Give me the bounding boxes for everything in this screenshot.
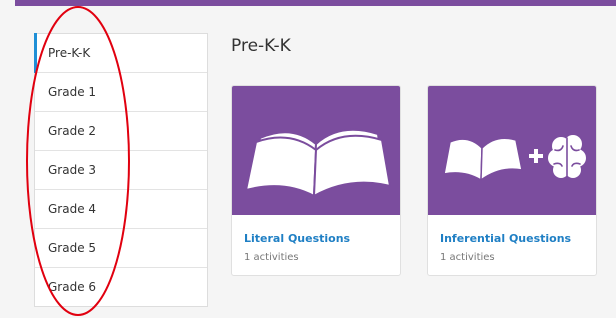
card-activity-count: 1 activities <box>244 252 299 263</box>
page-title: Pre-K-K <box>231 36 291 56</box>
card-image[interactable] <box>428 86 596 215</box>
card-title[interactable]: Inferential Questions <box>440 232 571 245</box>
activity-card-literal-questions[interactable]: Literal Questions 1 activities <box>231 85 401 276</box>
book-plus-brain-icon <box>443 135 586 181</box>
card-image[interactable] <box>232 86 400 215</box>
sidebar-item-label: Grade 4 <box>48 202 97 216</box>
grade-sidebar: Pre-K-K Grade 1 Grade 2 Grade 3 Grade 4 … <box>34 33 208 307</box>
sidebar-item-grade-2[interactable]: Grade 2 <box>35 112 207 151</box>
sidebar-item-label: Grade 2 <box>48 124 97 138</box>
sidebar-item-label: Grade 5 <box>48 241 97 255</box>
sidebar-item-grade-1[interactable]: Grade 1 <box>35 73 207 112</box>
activity-card-inferential-questions[interactable]: Inferential Questions 1 activities <box>427 85 597 276</box>
sidebar-item-label: Grade 6 <box>48 280 97 294</box>
card-title[interactable]: Literal Questions <box>244 232 350 245</box>
card-activity-count: 1 activities <box>440 252 495 263</box>
sidebar-item-grade-6[interactable]: Grade 6 <box>35 268 207 306</box>
open-book-icon <box>245 128 391 197</box>
sidebar-item-label: Pre-K-K <box>48 46 91 60</box>
top-accent-bar <box>15 0 616 6</box>
sidebar-item-grade-4[interactable]: Grade 4 <box>35 190 207 229</box>
sidebar-item-label: Grade 3 <box>48 163 97 177</box>
sidebar-item-grade-5[interactable]: Grade 5 <box>35 229 207 268</box>
sidebar-item-grade-3[interactable]: Grade 3 <box>35 151 207 190</box>
sidebar-item-pre-k-k[interactable]: Pre-K-K <box>34 33 207 73</box>
sidebar-item-label: Grade 1 <box>48 85 97 99</box>
